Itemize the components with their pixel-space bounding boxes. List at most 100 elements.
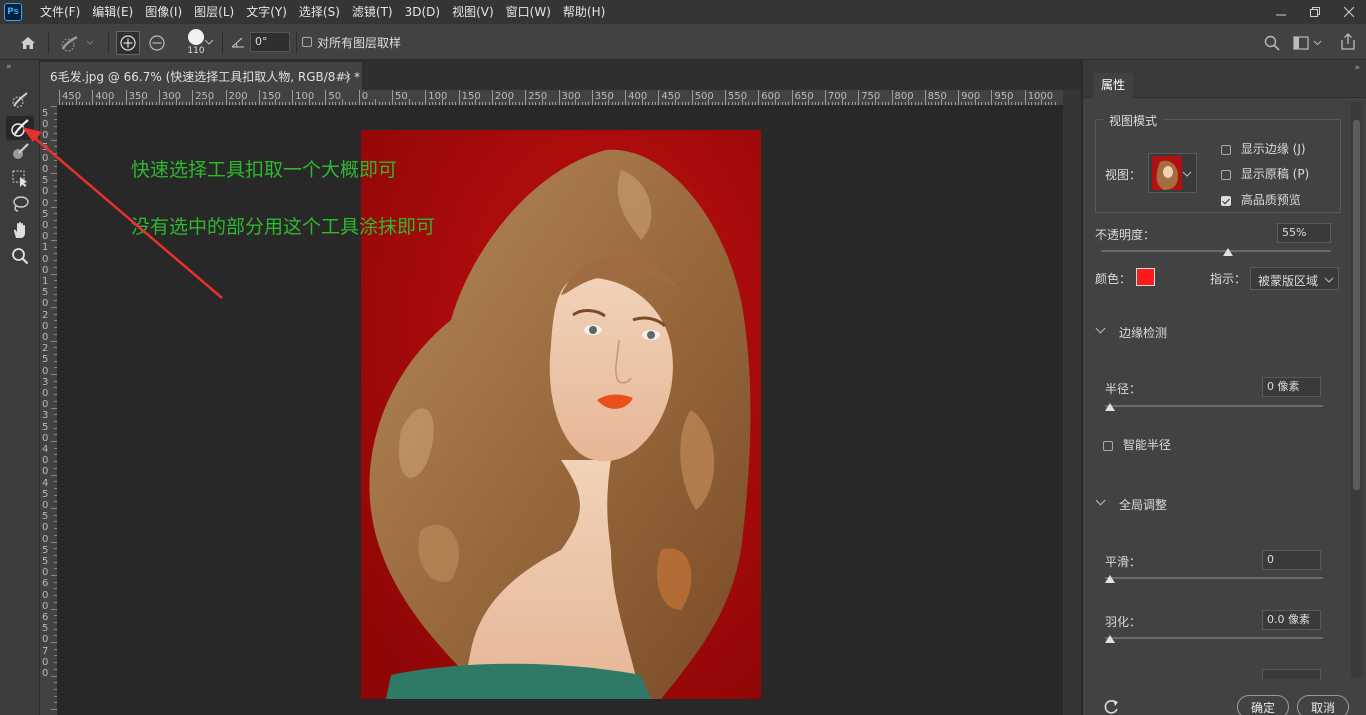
menu-item-3[interactable]: 图层(L) [188, 0, 240, 24]
toolbar-collapse-icon[interactable]: » [6, 62, 12, 72]
ruler-top-label: 350 [594, 91, 614, 102]
menu-item-9[interactable]: 窗口(W) [500, 0, 557, 24]
properties-tab[interactable]: 属性 [1093, 73, 1134, 98]
ruler-top-label: 450 [661, 91, 681, 102]
opacity-slider-thumb[interactable] [1222, 248, 1233, 256]
menu-item-6[interactable]: 滤镜(T) [346, 0, 399, 24]
radius-input[interactable]: 0 像素 [1262, 377, 1321, 397]
subtract-selection-button[interactable] [145, 31, 169, 55]
search-button[interactable] [1262, 33, 1282, 53]
ruler-left-label: 0 [42, 186, 49, 198]
ruler-left-label: 0 [42, 634, 49, 646]
smooth-input[interactable]: 0 [1262, 550, 1321, 570]
smooth-slider[interactable] [1105, 577, 1323, 579]
menu-item-1[interactable]: 编辑(E) [86, 0, 139, 24]
ruler-left-label: 0 [42, 668, 49, 679]
menu-item-0[interactable]: 文件(F) [34, 0, 86, 24]
ruler-top-label: 50 [395, 91, 408, 102]
home-icon [21, 37, 35, 49]
search-icon [1264, 35, 1280, 51]
menu-item-10[interactable]: 帮助(H) [557, 0, 611, 24]
global-refine-title[interactable]: 全局调整 [1119, 496, 1167, 513]
show-original-checkbox[interactable] [1221, 169, 1231, 180]
panel-collapse-icon[interactable]: » [1354, 63, 1360, 73]
show-edge-checkbox[interactable] [1221, 144, 1231, 155]
new-selection-button[interactable] [116, 31, 140, 55]
ruler-top-label: 700 [827, 91, 847, 102]
smooth-label: 平滑： [1105, 555, 1142, 569]
edge-detection-title[interactable]: 边缘检测 [1119, 324, 1167, 341]
opacity-input[interactable]: 55% [1277, 223, 1331, 243]
document-close-button[interactable]: × [343, 70, 352, 83]
document-canvas[interactable]: 快速选择工具扣取一个大概即可 没有选中的部分用这个工具涂抹即可 [58, 106, 1063, 715]
indicate-dropdown[interactable]: 被蒙版区域 [1250, 267, 1339, 290]
brush-size-dropdown[interactable] [203, 36, 215, 48]
ruler-left-label: 5 [42, 354, 49, 366]
smart-radius-option[interactable]: 智能半径 [1103, 436, 1171, 453]
ok-button[interactable]: 确定 [1237, 695, 1289, 715]
properties-panel: 属性 » 视图模式 视图： 显示边缘 (J) 显示原稿 (P) 高品质预览 不透… [1082, 60, 1366, 715]
ruler-left-label: 5 [42, 175, 49, 187]
tool-preset-picker[interactable] [56, 32, 96, 54]
global-refine-collapse-icon[interactable] [1095, 495, 1106, 506]
menu-item-2[interactable]: 图像(I) [139, 0, 188, 24]
view-mode-dropdown[interactable] [1148, 153, 1197, 193]
panel-scrollbar[interactable] [1351, 102, 1362, 677]
restore-button[interactable] [1298, 0, 1332, 24]
document-tab[interactable]: 6毛发.jpg @ 66.7% (快速选择工具扣取人物, RGB/8#) * × [40, 62, 362, 90]
panel-scrollbar-thumb[interactable] [1353, 120, 1360, 490]
menu-item-7[interactable]: 3D(D) [399, 0, 446, 24]
workspace-switcher[interactable] [1292, 33, 1324, 53]
opacity-slider[interactable] [1101, 250, 1331, 252]
angle-icon [231, 37, 244, 48]
radius-slider[interactable] [1105, 405, 1323, 407]
overlay-color-swatch[interactable] [1136, 268, 1155, 286]
ruler-left-label: 0 [42, 264, 49, 276]
object-selection-tool[interactable] [6, 166, 34, 190]
menu-item-4[interactable]: 文字(Y) [240, 0, 293, 24]
feather-input[interactable]: 0.0 像素 [1262, 610, 1321, 630]
contrast-input-partial[interactable] [1262, 669, 1321, 679]
zoom-tool[interactable] [6, 244, 34, 268]
radius-slider-thumb[interactable] [1105, 403, 1115, 411]
sample-all-layers-option[interactable]: 对所有图层取样 [302, 35, 401, 50]
smart-radius-checkbox[interactable] [1103, 440, 1113, 451]
show-edge-option[interactable]: 显示边缘 (J) [1221, 140, 1306, 157]
close-window-button[interactable] [1332, 0, 1366, 24]
home-button[interactable] [14, 32, 42, 54]
hand-tool[interactable] [6, 218, 34, 242]
subtract-from-selection-icon [149, 35, 165, 51]
hq-preview-checkbox[interactable] [1221, 195, 1231, 206]
annotation-line-1: 快速选择工具扣取一个大概即可 [131, 159, 398, 181]
sample-all-layers-checkbox[interactable] [302, 37, 312, 47]
edge-detection-collapse-icon[interactable] [1095, 323, 1106, 334]
ruler-left-label: 0 [42, 298, 49, 310]
hq-preview-option[interactable]: 高品质预览 [1221, 191, 1301, 208]
reset-button[interactable] [1103, 698, 1121, 715]
lasso-tool[interactable] [6, 192, 34, 216]
view-label: 视图： [1105, 168, 1142, 182]
horizontal-ruler: 450 400 350 300 250 200 150 100 50 0 50 100 150 200 25… [58, 90, 1063, 106]
brush-tool[interactable] [6, 140, 34, 164]
canvas-vertical-scrollbar[interactable] [1063, 90, 1081, 715]
cancel-button[interactable]: 取消 [1297, 695, 1349, 715]
quick-selection-tool[interactable] [6, 88, 34, 112]
ruler-left-label: 5 [42, 208, 49, 220]
refine-edge-brush-tool[interactable] [6, 116, 34, 140]
menu-item-5[interactable]: 选择(S) [293, 0, 346, 24]
smooth-slider-thumb[interactable] [1105, 575, 1115, 583]
feather-slider-thumb[interactable] [1105, 635, 1115, 643]
zoom-icon [12, 248, 29, 265]
menu-item-8[interactable]: 视图(V) [446, 0, 500, 24]
angle-input[interactable]: 0° [250, 32, 290, 52]
ruler-left-label: 0 [42, 656, 49, 668]
show-original-label: 显示原稿 (P) [1240, 167, 1310, 181]
ruler-top-label: 300 [161, 91, 181, 102]
minimize-button[interactable] [1264, 0, 1298, 24]
share-button[interactable] [1338, 31, 1358, 53]
refine-edge-brush-icon [11, 119, 29, 137]
show-original-option[interactable]: 显示原稿 (P) [1221, 165, 1309, 182]
opacity-label: 不透明度： [1095, 228, 1156, 242]
ruler-left-label: 2 [42, 343, 49, 355]
feather-slider[interactable] [1105, 637, 1323, 639]
